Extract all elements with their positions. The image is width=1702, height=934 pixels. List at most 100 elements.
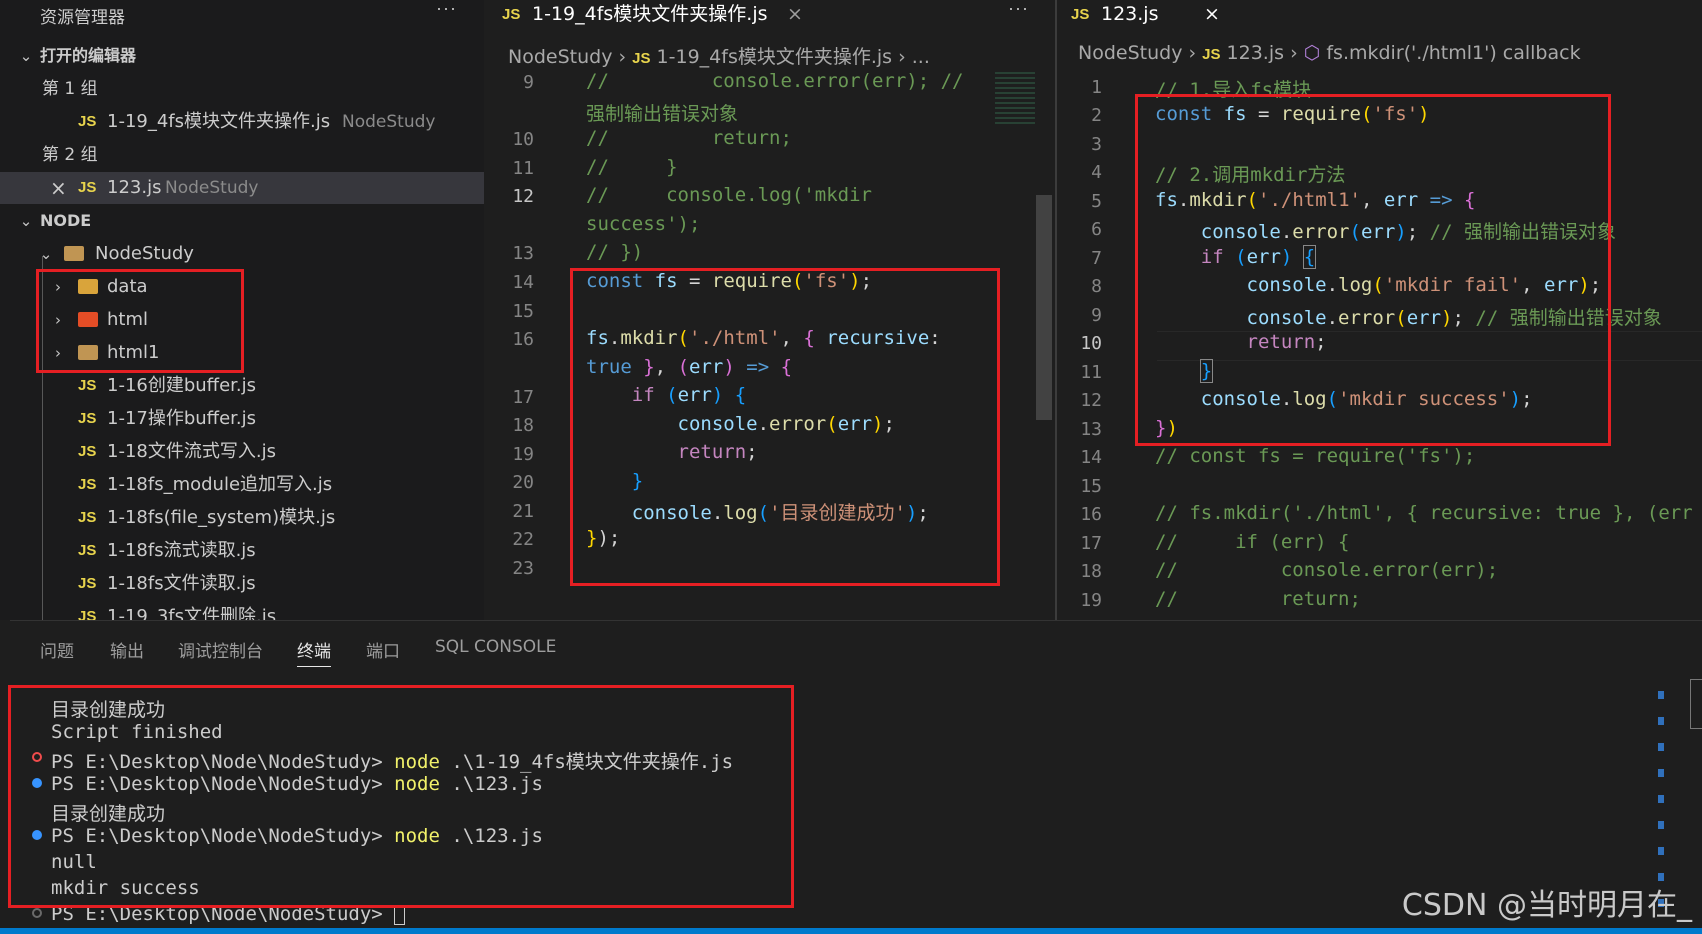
file-label: 1-18fs(file_system)模块.js bbox=[107, 507, 336, 528]
line-number: 13 bbox=[1080, 419, 1102, 440]
file-label: 1-18fs_module追加写入.js bbox=[107, 474, 333, 495]
file-item[interactable]: JS 1-16创建buffer.js bbox=[0, 370, 484, 402]
tab-label: 1-19_4fs模块文件夹操作.js bbox=[532, 3, 768, 25]
command-pending-icon[interactable] bbox=[32, 908, 42, 918]
terminal-side-tabs[interactable] bbox=[1690, 679, 1702, 729]
line-number: 10 bbox=[1080, 333, 1102, 354]
file-item[interactable]: JS 1-18文件流式写入.js bbox=[0, 436, 484, 468]
terminal-scrollbar[interactable] bbox=[1658, 691, 1664, 911]
js-file-icon: JS bbox=[78, 410, 97, 427]
minimap[interactable] bbox=[995, 72, 1035, 127]
breadcrumb-root[interactable]: NodeStudy bbox=[508, 46, 612, 68]
js-file-icon: JS bbox=[78, 575, 97, 592]
file-item[interactable]: JS 1-17操作buffer.js bbox=[0, 403, 484, 435]
line-number: 8 bbox=[1091, 276, 1102, 297]
line-number: 13 bbox=[512, 243, 534, 264]
tab-problems[interactable]: 问题 bbox=[40, 637, 74, 662]
highlight-box-editor2 bbox=[1135, 94, 1611, 446]
tab-ports[interactable]: 端口 bbox=[366, 637, 400, 662]
code-line: success'); bbox=[586, 213, 701, 235]
code-line: // return; bbox=[1155, 588, 1361, 610]
open-editor-item[interactable]: JS 1-19_4fs模块文件夹操作.js NodeStudy bbox=[0, 106, 484, 138]
symbol-method-icon: ⬡ bbox=[1303, 42, 1321, 64]
close-icon[interactable]: × bbox=[1204, 0, 1220, 28]
file-label: 1-18fs流式读取.js bbox=[107, 540, 256, 561]
code-line: // console.error(err); bbox=[1155, 559, 1499, 581]
line-number: 5 bbox=[1091, 191, 1102, 212]
js-file-icon: JS bbox=[1071, 6, 1090, 23]
explorer-more-icon[interactable]: ··· bbox=[436, 0, 457, 19]
file-item[interactable]: JS 1-18fs_module追加写入.js bbox=[0, 469, 484, 501]
status-bar[interactable] bbox=[0, 928, 1702, 934]
code-line: // console.log('mkdir bbox=[586, 184, 872, 206]
open-editor-filename: 1-19_4fs模块文件夹操作.js bbox=[107, 111, 331, 132]
node-section-label: NODE bbox=[40, 211, 92, 230]
code-line: // const fs = require('fs'); bbox=[1155, 445, 1476, 467]
code-line: // return; bbox=[586, 127, 792, 149]
breadcrumb-symbol[interactable]: fs.mkdir('./html1') callback bbox=[1326, 42, 1580, 64]
js-file-icon: JS bbox=[502, 6, 521, 23]
line-number: 7 bbox=[1091, 248, 1102, 269]
editor1-tabbar: JS 1-19_4fs模块文件夹操作.js × ··· bbox=[484, 0, 1052, 40]
file-item[interactable]: JS 1-18fs文件读取.js bbox=[0, 568, 484, 600]
code-line: // console.error(err); // bbox=[586, 70, 964, 92]
breadcrumb-file[interactable]: 1-19_4fs模块文件夹操作.js bbox=[657, 46, 893, 68]
watermark: CSDN @当时明月在_ bbox=[1401, 888, 1692, 923]
chevron-down-icon: ⌄ bbox=[19, 47, 33, 65]
tab-output[interactable]: 输出 bbox=[110, 637, 144, 662]
open-editor-item-active[interactable]: × JS 123.js NodeStudy bbox=[0, 172, 484, 204]
chevron-down-icon: ⌄ bbox=[19, 212, 33, 230]
open-editor-filename: 123.js bbox=[107, 177, 162, 198]
line-number: 21 bbox=[512, 501, 534, 522]
open-editors-section[interactable]: ⌄ 打开的编辑器 bbox=[0, 40, 484, 72]
chevron-down-icon: ⌄ bbox=[39, 245, 53, 263]
file-label: 1-17操作buffer.js bbox=[107, 408, 257, 429]
line-number: 20 bbox=[512, 472, 534, 493]
explorer-title: 资源管理器 bbox=[40, 8, 125, 28]
tab-terminal[interactable]: 终端 bbox=[297, 637, 331, 667]
line-number: 15 bbox=[1080, 476, 1102, 497]
line-number: 4 bbox=[1091, 162, 1102, 183]
file-item[interactable]: JS 1-18fs(file_system)模块.js bbox=[0, 502, 484, 534]
js-file-icon: JS bbox=[78, 113, 97, 130]
group-2-label: 第 2 组 bbox=[42, 145, 98, 165]
line-number: 12 bbox=[1080, 390, 1102, 411]
line-number: 16 bbox=[1080, 504, 1102, 525]
js-file-icon: JS bbox=[78, 542, 97, 559]
editor-group-2[interactable]: 第 2 组 bbox=[0, 139, 484, 171]
js-file-icon: JS bbox=[78, 476, 97, 493]
js-file-icon: JS bbox=[78, 443, 97, 460]
breadcrumb-root[interactable]: NodeStudy bbox=[1078, 42, 1182, 64]
line-number: 17 bbox=[1080, 533, 1102, 554]
file-label: 1-18文件流式写入.js bbox=[107, 441, 276, 462]
code-line: // }) bbox=[586, 241, 644, 263]
code-line: // fs.mkdir('./html', { recursive: true … bbox=[1155, 502, 1693, 524]
folder-nodestudy[interactable]: ⌄ NodeStudy bbox=[0, 238, 484, 270]
line-number: 14 bbox=[512, 272, 534, 293]
file-item[interactable]: JS 1-19_3fs文件删除.js bbox=[0, 601, 484, 620]
node-section[interactable]: ⌄ NODE bbox=[0, 205, 484, 237]
editor-more-icon[interactable]: ··· bbox=[1008, 0, 1029, 19]
group-1-label: 第 1 组 bbox=[42, 79, 98, 99]
editor-group-1[interactable]: 第 1 组 bbox=[0, 73, 484, 105]
file-label: 1-18fs文件读取.js bbox=[107, 573, 256, 594]
file-item[interactable]: JS 1-18fs流式读取.js bbox=[0, 535, 484, 567]
js-file-icon: JS bbox=[78, 509, 97, 526]
breadcrumb: NodeStudy › JS 1-19_4fs模块文件夹操作.js › ... bbox=[508, 46, 930, 68]
open-editors-label: 打开的编辑器 bbox=[40, 46, 137, 65]
tab-debug-console[interactable]: 调试控制台 bbox=[178, 637, 263, 662]
breadcrumb-file[interactable]: 123.js bbox=[1227, 42, 1284, 64]
close-icon[interactable]: × bbox=[50, 172, 67, 204]
folder-open-icon bbox=[64, 246, 84, 261]
line-number: 18 bbox=[512, 415, 534, 436]
breadcrumb: NodeStudy › JS 123.js › ⬡ fs.mkdir('./ht… bbox=[1078, 42, 1581, 64]
editor1-scrollbar[interactable] bbox=[1036, 195, 1052, 420]
tab-label: 123.js bbox=[1101, 3, 1159, 25]
tab-sql-console[interactable]: SQL CONSOLE bbox=[435, 637, 556, 657]
js-file-icon: JS bbox=[632, 50, 651, 67]
close-icon[interactable]: × bbox=[787, 0, 803, 28]
breadcrumb-more[interactable]: ... bbox=[912, 46, 930, 68]
code-line: 强制输出错误对象 bbox=[586, 103, 739, 125]
highlight-box-terminal bbox=[8, 685, 794, 908]
line-number: 15 bbox=[512, 301, 534, 322]
